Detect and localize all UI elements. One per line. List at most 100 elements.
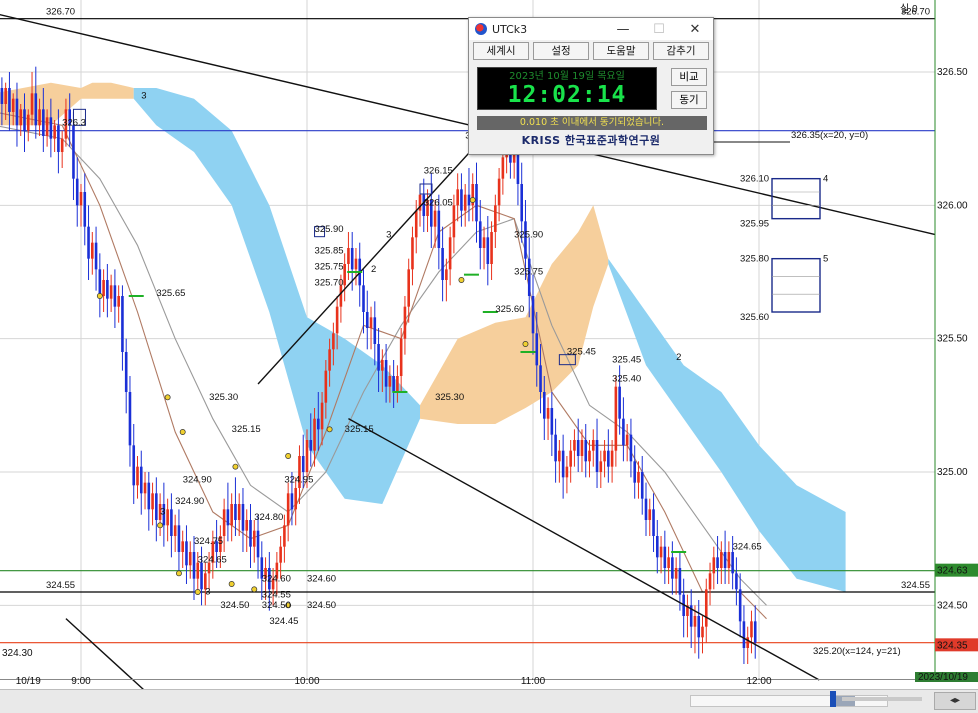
candle-body — [463, 194, 467, 211]
chart-horizontal-scrollbar[interactable]: ◂▸ — [0, 689, 978, 713]
y-tick-label: 326.50 — [937, 67, 968, 78]
compare-button[interactable]: 비교 — [671, 68, 707, 86]
sync-button[interactable]: 동기 — [671, 91, 707, 109]
price-annotation: 324.45 — [269, 616, 298, 627]
candle-body — [121, 296, 124, 352]
candle-body — [392, 376, 395, 392]
candle-body — [132, 445, 136, 486]
scroll-end-button[interactable]: ◂▸ — [934, 692, 976, 710]
candle-body — [72, 125, 75, 179]
signal-dot — [326, 426, 333, 433]
candle-body — [230, 504, 233, 526]
zoom-slider[interactable] — [842, 697, 922, 701]
candle-body — [584, 440, 588, 462]
candle-body — [414, 210, 418, 238]
price-tag-label: 324.63 — [937, 566, 968, 577]
utck3-app-icon — [475, 23, 487, 35]
candle-body — [350, 248, 354, 270]
candle-body — [573, 440, 576, 451]
price-annotation: 326.05 — [424, 197, 453, 208]
price-annotation: 325.85 — [315, 245, 344, 256]
box-top-label: 326.10 — [740, 174, 769, 185]
maximize-icon[interactable]: ☐ — [641, 22, 677, 37]
candle-body — [170, 509, 173, 536]
close-icon[interactable]: ✕ — [677, 22, 713, 37]
candle-body — [591, 440, 595, 451]
price-annotation: 3 — [141, 91, 146, 102]
signal-dot — [96, 293, 103, 299]
x-tick-label: 11:00 — [521, 676, 546, 687]
signal-dot — [157, 522, 164, 529]
candle-body — [750, 621, 753, 638]
x-tick-label: 10:00 — [294, 676, 319, 687]
price-annotation: 324.65 — [198, 555, 227, 566]
candle-body — [87, 226, 90, 259]
candle-body — [234, 504, 237, 520]
candle-body — [155, 493, 158, 520]
candle-body — [543, 392, 546, 419]
price-annotation: 3 — [386, 229, 391, 240]
clock-time: 12:02:14 — [507, 82, 627, 108]
candle-body — [185, 541, 188, 566]
candle-body — [38, 109, 41, 126]
candle-body — [290, 493, 294, 510]
candle-body — [42, 109, 45, 136]
utck3-window[interactable]: UTCk3 — ☐ ✕ 세계시 설정 도움말 감추기 2023년 10월 19일… — [468, 17, 714, 155]
candle-body — [629, 434, 633, 462]
price-annotation: 325.15 — [345, 424, 374, 435]
candle-body — [53, 125, 56, 139]
candle-body — [561, 450, 565, 478]
candle-body — [637, 472, 640, 483]
candle-body — [301, 456, 305, 472]
price-annotation: 325.40 — [612, 373, 641, 384]
price-annotation: 325.45 — [612, 355, 641, 366]
candle-body — [34, 93, 38, 126]
candle-body — [320, 402, 324, 430]
price-annotation: 324.55 — [262, 589, 291, 600]
help-button[interactable]: 도움말 — [593, 42, 649, 60]
candle-body — [539, 365, 542, 392]
candle-body — [640, 472, 644, 499]
box-bottom-label: 325.95 — [740, 219, 769, 230]
candle-body — [241, 504, 245, 531]
world-time-button[interactable]: 세계시 — [473, 42, 529, 60]
candle-body — [742, 621, 746, 648]
signal-dot — [228, 581, 235, 587]
candle-body — [388, 376, 392, 387]
zoom-slider-handle[interactable] — [830, 691, 836, 707]
candle-body — [644, 498, 648, 520]
utck3-titlebar[interactable]: UTCk3 — ☐ ✕ — [469, 18, 713, 40]
price-annotation: 324.60 — [262, 573, 291, 584]
utck3-side-buttons: 비교 동기 — [671, 68, 707, 110]
x-tick-label: 10/19 — [16, 676, 41, 687]
utck3-menubar: 세계시 설정 도움말 감추기 — [469, 40, 713, 62]
settings-button[interactable]: 설정 — [533, 42, 589, 60]
candle-body — [26, 114, 30, 131]
candle-body — [456, 189, 459, 206]
candle-body — [384, 360, 388, 387]
candle-body — [124, 352, 128, 392]
candle-body — [614, 386, 618, 451]
candle-body — [237, 504, 241, 520]
candle-body — [83, 192, 87, 227]
candle-body — [535, 333, 539, 366]
signal-dot — [285, 453, 292, 459]
candle-body — [663, 546, 667, 568]
candle-body — [618, 386, 621, 419]
minimize-icon[interactable]: — — [605, 22, 641, 37]
price-annotation: 325.70 — [315, 277, 344, 288]
signal-dot — [175, 570, 182, 577]
candle-body — [249, 520, 252, 547]
price-annotation: 325.65 — [156, 288, 185, 299]
candle-body — [411, 237, 414, 270]
candle-body — [0, 88, 4, 104]
trading-chart-screen: 326.70 326.70 324.55 324.55 326.35(x=20, y=… — [0, 0, 978, 713]
y-tick-label: 325.50 — [937, 334, 968, 345]
bottom-left-label: 324.30 — [2, 648, 33, 659]
candle-body — [659, 546, 663, 558]
hide-button[interactable]: 감추기 — [653, 42, 709, 60]
candle-body — [704, 589, 708, 627]
candle-body — [15, 98, 19, 126]
candle-body — [354, 258, 358, 270]
signal-dot — [164, 394, 171, 401]
